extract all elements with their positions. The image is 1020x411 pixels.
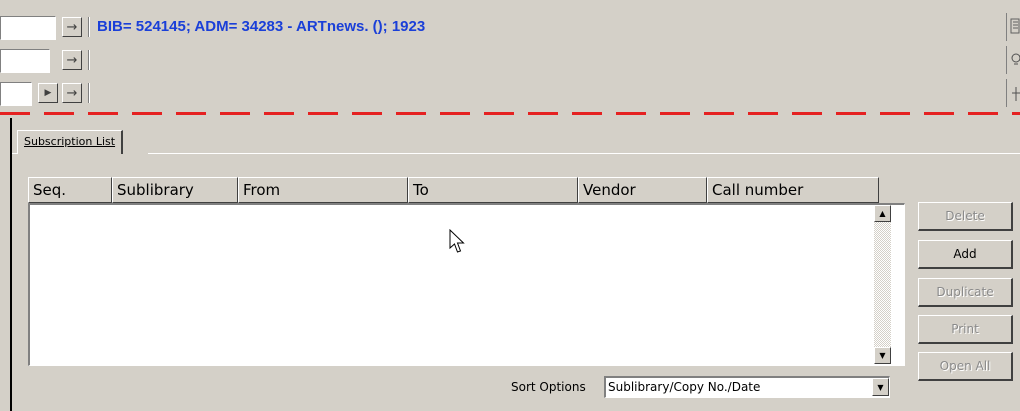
tool-icon — [1012, 87, 1020, 101]
row1-right-tool-icon[interactable] — [1006, 13, 1020, 41]
tab-baseline — [148, 153, 1020, 154]
column-header-from[interactable]: From — [238, 177, 408, 203]
row3-separator — [88, 83, 90, 103]
column-header-sublibrary[interactable]: Sublibrary — [112, 177, 238, 203]
column-header-to[interactable]: To — [408, 177, 578, 203]
duplicate-button[interactable]: Duplicate — [918, 278, 1013, 307]
row1-go-arrow-icon[interactable]: → — [62, 17, 82, 37]
toolbar-row-1: → BIB= 524145; ADM= 34283 - ARTnews. ();… — [0, 13, 1020, 41]
subscription-list-body[interactable] — [28, 203, 905, 366]
sort-dropdown-chevron-down-icon[interactable]: ▼ — [872, 378, 889, 396]
open-all-button[interactable]: Open All — [918, 352, 1013, 381]
column-header-call-number[interactable]: Call number — [707, 177, 879, 203]
row3-go-arrow-icon[interactable]: → — [62, 83, 82, 103]
toolbar-row-2: → — [0, 46, 1020, 74]
row1-separator — [88, 17, 90, 37]
red-dashed-divider — [0, 112, 1020, 115]
row2-right-tool-icon[interactable] — [1006, 46, 1020, 74]
mouse-cursor-icon — [449, 229, 465, 253]
print-button[interactable]: Print — [918, 315, 1013, 344]
column-header-seq[interactable]: Seq. — [28, 177, 112, 203]
row1-input[interactable] — [0, 16, 56, 40]
scroll-down-icon[interactable]: ▼ — [874, 347, 891, 364]
scroll-up-icon[interactable]: ▲ — [874, 205, 891, 222]
row2-go-arrow-icon[interactable]: → — [62, 50, 82, 70]
row3-play-icon[interactable]: ▶ — [38, 83, 58, 103]
bulb-icon — [1011, 53, 1020, 65]
toolbar-row-3: ▶ → — [0, 79, 1020, 107]
add-button[interactable]: Add — [918, 240, 1013, 269]
row3-input[interactable] — [0, 82, 32, 106]
column-header-vendor[interactable]: Vendor — [578, 177, 707, 203]
row2-separator — [88, 50, 90, 70]
row2-input[interactable] — [0, 49, 50, 73]
tab-subscription-list[interactable]: Subscription List — [17, 130, 124, 154]
sort-options-label: Sort Options — [511, 380, 586, 394]
record-title: BIB= 524145; ADM= 34283 - ARTnews. (); 1… — [97, 18, 426, 35]
row3-right-tool-icon[interactable] — [1006, 79, 1020, 107]
delete-button[interactable]: Delete — [918, 202, 1013, 231]
list-vertical-scrollbar[interactable] — [874, 205, 891, 364]
sort-options-select[interactable]: Sublibrary/Copy No./Date — [604, 376, 890, 398]
list-icon — [1010, 18, 1020, 34]
